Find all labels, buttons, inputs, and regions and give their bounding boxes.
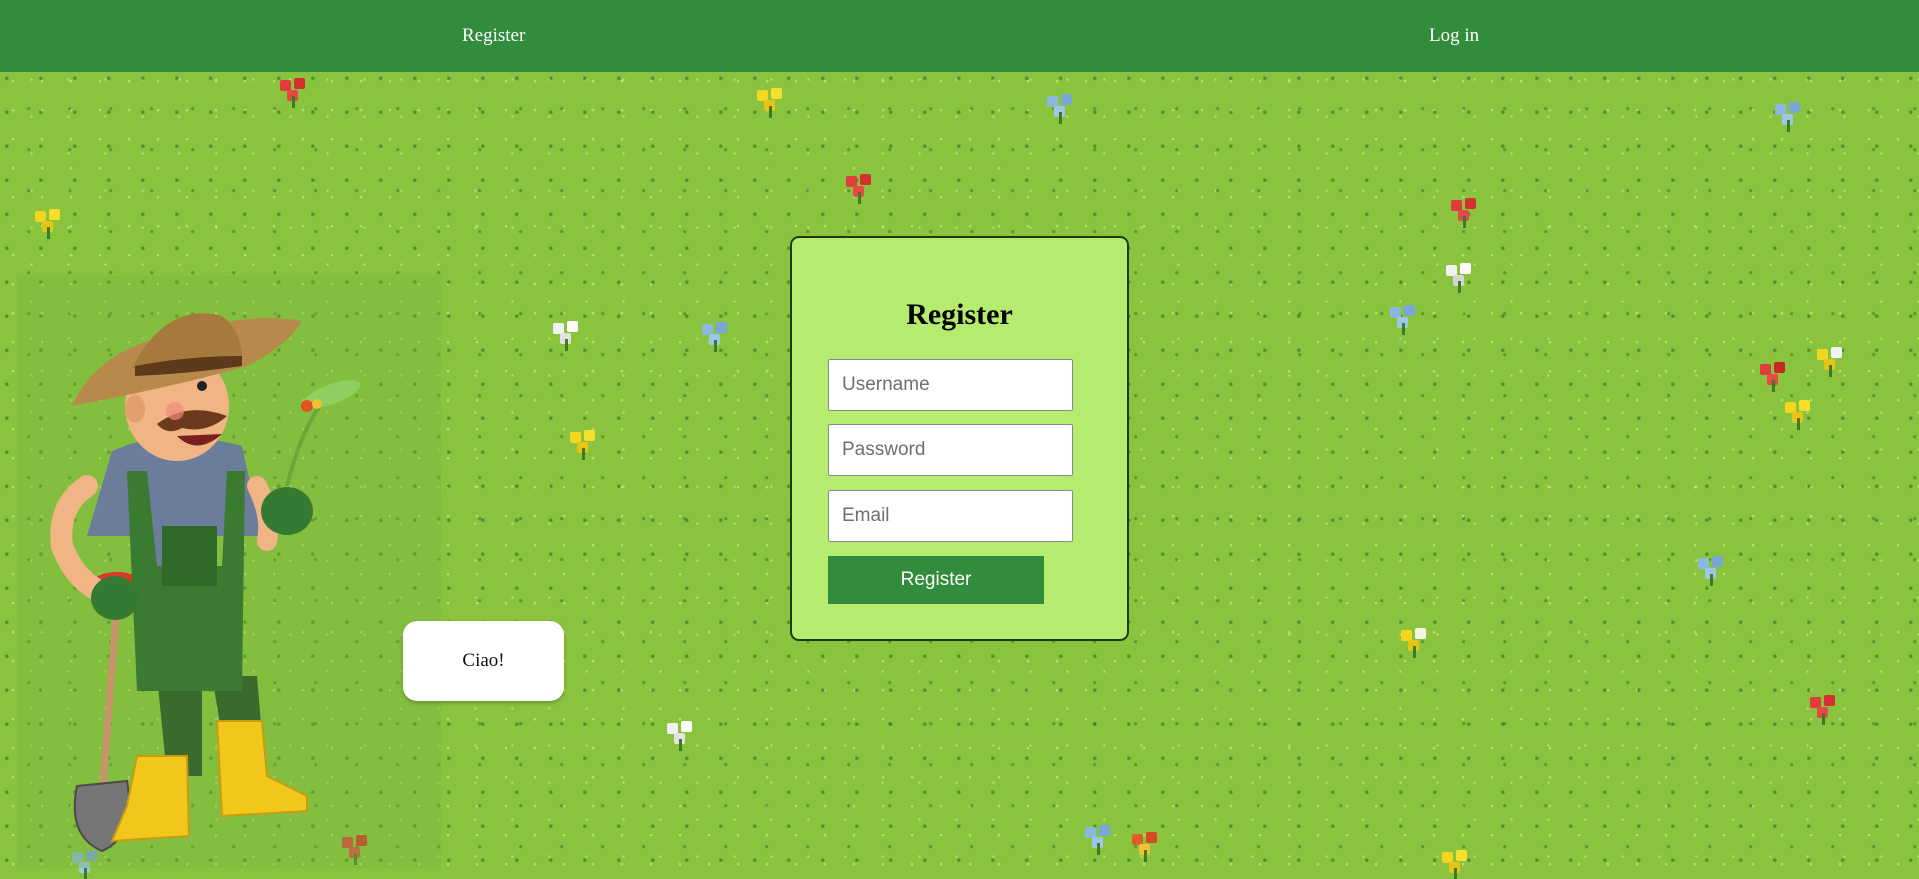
flower-icon (33, 207, 67, 239)
flower-icon (1758, 360, 1792, 392)
nav-register-link[interactable]: Register (462, 0, 525, 72)
farmer-illustration (50, 313, 361, 853)
nav-login-link[interactable]: Log in (1429, 0, 1479, 72)
flower-icon (665, 719, 699, 751)
flower-icon (568, 428, 602, 460)
flower-icon (1388, 303, 1422, 335)
flower-icon (1083, 823, 1117, 855)
username-input[interactable] (828, 359, 1073, 411)
flower-icon (1815, 345, 1849, 377)
flower-icon (1449, 196, 1483, 228)
flower-icon (551, 319, 585, 351)
flower-icon (1783, 398, 1817, 430)
email-input[interactable] (828, 490, 1073, 542)
flower-icon (1399, 626, 1433, 658)
flower-icon (755, 86, 789, 118)
flower-icon (1130, 830, 1164, 862)
flower-icon (1696, 554, 1730, 586)
farmer-panel (17, 276, 441, 868)
flower-icon (1808, 693, 1842, 725)
flower-icon (1440, 848, 1474, 879)
flower-icon (844, 172, 878, 204)
speech-bubble-text: Ciao! (462, 650, 505, 671)
flower-icon (1773, 100, 1807, 132)
flower-icon (700, 320, 734, 352)
flower-icon (1045, 92, 1079, 124)
form-title: Register (906, 298, 1013, 331)
speech-bubble: Ciao! (403, 621, 564, 701)
flower-icon (1444, 261, 1478, 293)
flower-icon (278, 76, 312, 108)
top-navbar: Register Log in (0, 0, 1919, 72)
register-form-card: Register Register (790, 236, 1129, 641)
password-input[interactable] (828, 424, 1073, 476)
register-submit-button[interactable]: Register (828, 556, 1044, 604)
